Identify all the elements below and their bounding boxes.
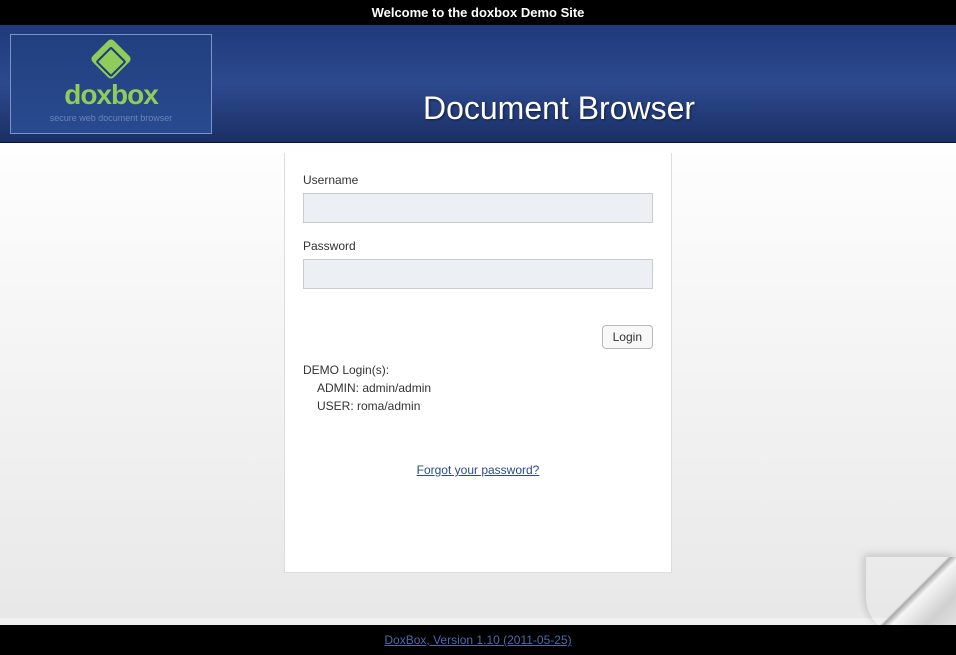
demo-user-line: USER: roma/admin bbox=[303, 399, 653, 413]
demo-admin-line: ADMIN: admin/admin bbox=[303, 381, 653, 395]
logo-tagline: secure web document browser bbox=[50, 113, 173, 123]
forgot-password-row: Forgot your password? bbox=[303, 461, 653, 479]
forgot-password-link[interactable]: Forgot your password? bbox=[417, 463, 540, 477]
header: doxbox secure web document browser Docum… bbox=[0, 25, 956, 143]
logo-diamond-icon bbox=[90, 38, 132, 80]
password-input[interactable] bbox=[303, 259, 653, 289]
username-input[interactable] bbox=[303, 193, 653, 223]
footer: DoxBox, Version 1.10 (2011-05-25) bbox=[0, 625, 956, 655]
page-title: Document Browser bbox=[212, 40, 956, 127]
demo-logins-title: DEMO Login(s): bbox=[303, 363, 653, 377]
logo[interactable]: doxbox secure web document browser bbox=[10, 34, 212, 134]
login-panel: Username Password Login DEMO Login(s): A… bbox=[284, 153, 672, 573]
username-label: Username bbox=[303, 173, 653, 187]
logo-text: doxbox bbox=[64, 79, 158, 111]
demo-logins: DEMO Login(s): ADMIN: admin/admin USER: … bbox=[303, 363, 653, 413]
top-bar: Welcome to the doxbox Demo Site bbox=[0, 0, 956, 25]
welcome-text: Welcome to the doxbox Demo Site bbox=[372, 5, 585, 20]
login-button-row: Login bbox=[303, 325, 653, 349]
content-area: Username Password Login DEMO Login(s): A… bbox=[0, 143, 956, 618]
version-link[interactable]: DoxBox, Version 1.10 (2011-05-25) bbox=[384, 633, 571, 647]
password-label: Password bbox=[303, 239, 653, 253]
login-button[interactable]: Login bbox=[602, 325, 653, 349]
